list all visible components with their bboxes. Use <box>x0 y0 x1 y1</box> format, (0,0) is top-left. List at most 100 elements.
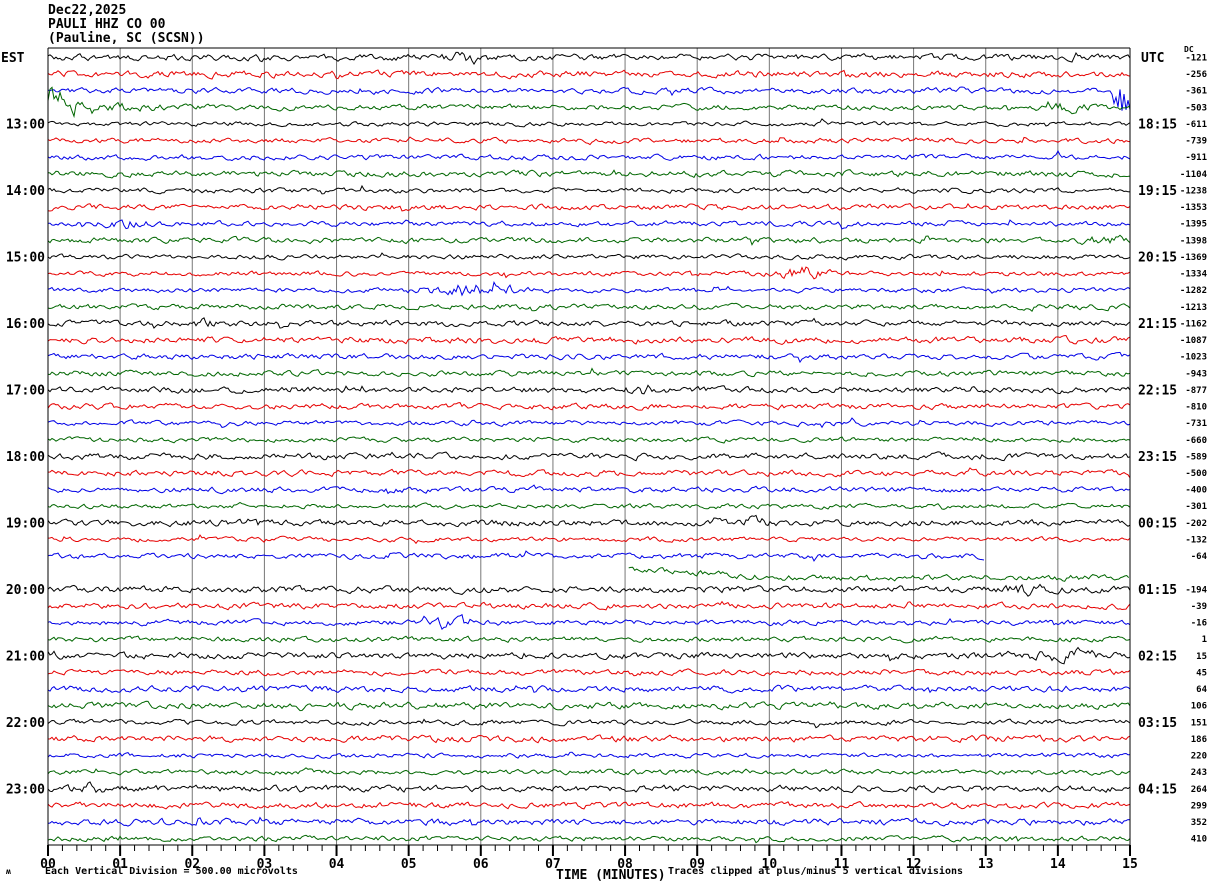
seismic-trace-row <box>47 69 1131 80</box>
est-hour-label: 22:00 <box>6 716 45 731</box>
seismic-trace-row <box>47 613 1131 631</box>
dc-offset-value: -194 <box>1185 585 1207 595</box>
utc-hour-labels: 18:15 19:15 20:15 21:15 22:15 23:15 00:15 01:15… <box>1138 117 1177 797</box>
seismic-trace-row <box>47 86 1131 111</box>
seismic-trace-row <box>47 184 1131 195</box>
seismic-trace-row <box>47 550 985 562</box>
dc-offset-value: -202 <box>1185 519 1207 529</box>
utc-hour-label: 02:15 <box>1138 649 1177 664</box>
seismic-trace-row <box>47 219 1131 230</box>
est-hour-label: 13:00 <box>6 117 45 132</box>
utc-hour-label: 19:15 <box>1138 184 1177 199</box>
helicorder-page: Dec22,2025 PAULI HHZ CO 00 (Pauline, SC … <box>0 0 1210 886</box>
dc-offset-value: -500 <box>1185 469 1207 479</box>
x-tick-label: 14 <box>1050 857 1066 872</box>
seismic-trace-row <box>47 384 1131 395</box>
seismic-trace-row <box>47 718 1131 729</box>
seismic-trace-row <box>47 767 1131 776</box>
clipping-note: Traces clipped at plus/minus 5 vertical … <box>668 865 963 877</box>
seismic-trace-row <box>47 334 1131 346</box>
seismic-trace-row <box>47 534 1131 545</box>
est-hour-label: 16:00 <box>6 317 45 332</box>
seismic-trace-row <box>47 51 1131 65</box>
seismic-trace-row <box>47 281 1131 297</box>
est-axis-label: EST <box>1 51 25 66</box>
seismic-trace-row <box>47 514 1131 528</box>
dc-offset-value: 243 <box>1191 768 1207 778</box>
seismic-trace-row <box>47 484 1131 495</box>
dc-offset-value: -660 <box>1185 436 1207 446</box>
dc-offset-value: -1353 <box>1180 203 1207 213</box>
dc-offset-value: -731 <box>1185 419 1207 429</box>
dc-offset-value: -1282 <box>1180 286 1207 296</box>
seismic-trace-row <box>47 781 1131 794</box>
dc-offset-value: -400 <box>1185 486 1207 496</box>
seismic-trace-row <box>47 700 1131 712</box>
dc-offset-value: 1 <box>1202 635 1207 645</box>
seismic-trace-row <box>47 583 1131 597</box>
dc-offset-value: -877 <box>1185 386 1207 396</box>
seismic-trace-row <box>47 501 1131 510</box>
utc-hour-label: 03:15 <box>1138 716 1177 731</box>
dc-offset-value: 410 <box>1191 835 1207 845</box>
dc-offset-value: -64 <box>1191 552 1208 562</box>
dc-offset-value: -361 <box>1185 87 1207 97</box>
dc-offset-value: -911 <box>1185 153 1207 163</box>
seismic-trace-row <box>47 668 1131 677</box>
dc-offset-value: -121 <box>1185 54 1207 64</box>
squiggle-glyph-icon: ʍ <box>6 867 11 876</box>
est-hour-label: 18:00 <box>6 450 45 465</box>
est-hour-label: 14:00 <box>6 184 45 199</box>
est-hour-labels: 13:00 14:00 15:00 16:00 17:00 18:00 19:00 20:00… <box>6 117 45 797</box>
seismic-trace-row <box>47 150 1131 162</box>
helicorder-chart: Dec22,2025 PAULI HHZ CO 00 (Pauline, SC … <box>1 3 1208 883</box>
dc-offset-value: -1104 <box>1180 170 1208 180</box>
seismic-trace-row <box>47 436 1131 444</box>
dc-offset-value: -1398 <box>1180 236 1207 246</box>
dc-offset-value: -39 <box>1191 602 1207 612</box>
minute-gridlines <box>119 48 1059 845</box>
seismic-trace-row <box>47 169 1131 179</box>
est-hour-label: 21:00 <box>6 649 45 664</box>
dc-offset-value: 106 <box>1191 702 1207 712</box>
header: Dec22,2025 PAULI HHZ CO 00 (Pauline, SC … <box>48 3 205 46</box>
x-tick-label: 05 <box>401 857 417 872</box>
seismic-trace-row <box>47 734 1131 744</box>
dc-offset-value: 64 <box>1196 685 1207 695</box>
dc-offset-values: -121 -256 -361 -503 -611 -739 -911 -1104 -1238 -1… <box>1180 54 1208 845</box>
dc-offset-value: -943 <box>1185 369 1207 379</box>
seismic-trace-row <box>628 566 1130 582</box>
dc-offset-value: -1334 <box>1180 270 1208 280</box>
station-label: PAULI HHZ CO 00 <box>48 17 166 32</box>
dc-offset-value: -301 <box>1185 502 1207 512</box>
seismic-trace-row <box>47 751 1131 759</box>
x-tick-label: 06 <box>473 857 489 872</box>
seismic-trace-row <box>47 118 1131 128</box>
dc-offset-value: 151 <box>1191 718 1207 728</box>
vertical-division-note: Each Vertical Division = 500.00 microvol… <box>45 865 298 877</box>
est-hour-label: 19:00 <box>6 516 45 531</box>
seismic-trace-row <box>47 684 1131 694</box>
utc-hour-label: 00:15 <box>1138 516 1177 531</box>
seismic-trace-row <box>47 302 1131 312</box>
seismic-trace-row <box>47 801 1131 810</box>
dc-offset-value: -1395 <box>1180 220 1207 230</box>
dc-offset-value: -1369 <box>1180 253 1207 263</box>
dc-offset-value: -810 <box>1185 403 1207 413</box>
seismic-trace-row <box>47 417 1131 429</box>
dc-offset-value: -1023 <box>1180 353 1207 363</box>
dc-offset-value: 15 <box>1196 652 1207 662</box>
seismic-trace-row <box>47 600 1131 611</box>
seismic-trace-row <box>47 86 1131 119</box>
dc-offset-value: -256 <box>1185 70 1207 80</box>
seismic-trace-row <box>47 351 1131 364</box>
utc-axis-label: UTC <box>1141 51 1164 66</box>
utc-hour-label: 22:15 <box>1138 383 1177 398</box>
est-hour-label: 15:00 <box>6 250 45 265</box>
location-label: (Pauline, SC (SCSN)) <box>48 31 205 46</box>
est-hour-label: 20:00 <box>6 583 45 598</box>
est-hour-label: 17:00 <box>6 383 45 398</box>
seismic-trace-row <box>47 234 1131 246</box>
seismic-trace-row <box>47 646 1131 665</box>
dc-offset-value: 220 <box>1191 752 1207 762</box>
